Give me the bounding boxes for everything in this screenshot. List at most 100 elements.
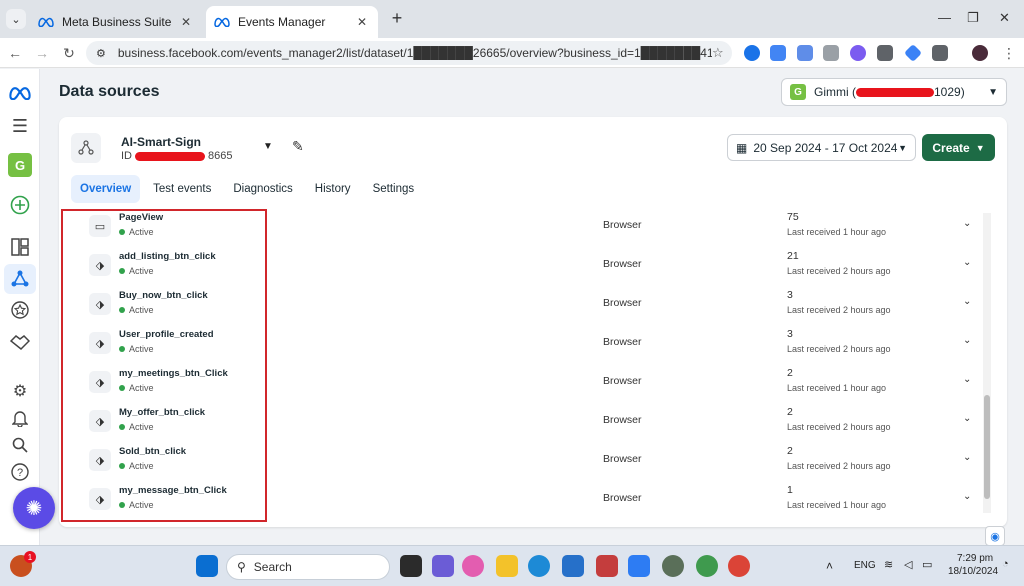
menu-icon[interactable]: ☰ (9, 115, 31, 137)
search-icon[interactable] (9, 434, 31, 456)
event-integration-type: Browser (603, 414, 642, 426)
chevron-down-icon[interactable]: ⌄ (963, 413, 971, 424)
chrome-icon[interactable] (696, 555, 718, 577)
event-integration-type: Browser (603, 453, 642, 465)
clock-date[interactable]: 18/10/2024 (948, 566, 998, 577)
volume-icon[interactable]: ◁ (904, 558, 912, 571)
back-arrow-icon[interactable]: ← (6, 44, 24, 62)
meta-logo-icon (38, 16, 54, 28)
dataset-id: ID 8665 (121, 150, 232, 162)
dataset-dropdown-icon[interactable]: ▼ (263, 141, 273, 152)
meta-logo-icon (214, 16, 230, 28)
browser-tab-business-suite[interactable]: Meta Business Suite ✕ (30, 6, 202, 38)
forward-arrow-icon[interactable]: → (33, 44, 51, 62)
tab-search-button[interactable]: ⌄ (6, 9, 26, 29)
date-range-picker[interactable]: ▦ 20 Sep 2024 - 17 Oct 2024 ▼ (727, 134, 916, 161)
account-selector[interactable]: G Gimmi (1029) ▼ (781, 78, 1007, 106)
extension-qr-icon[interactable] (877, 45, 893, 61)
account-avatar[interactable]: G (8, 153, 32, 177)
minimize-icon[interactable]: — (938, 10, 951, 25)
star-badge-icon[interactable] (9, 299, 31, 321)
scrollbar-thumb[interactable] (984, 395, 990, 499)
meta-logo-icon[interactable] (9, 82, 31, 104)
event-integration-type: Browser (603, 297, 642, 309)
assistant-flower-icon[interactable]: ✺ (13, 487, 55, 529)
windows-taskbar: ⚲ Search ˄ ENG ≋ ◁ ▭ 7:29 pm 18/10/2024 … (0, 545, 1024, 586)
chrome-profile-icon[interactable] (662, 555, 684, 577)
notification-bell-icon[interactable]: ◔ (1002, 558, 1009, 570)
battery-icon[interactable]: ▭ (922, 558, 932, 571)
browser-menu-icon[interactable]: ⋮ (1000, 44, 1018, 62)
close-icon[interactable]: ✕ (354, 15, 370, 29)
event-integration-type: Browser (603, 258, 642, 270)
language-indicator[interactable]: ENG (854, 560, 876, 571)
wifi-icon[interactable]: ≋ (884, 558, 893, 571)
extension-flower-icon[interactable] (850, 45, 866, 61)
edge-icon[interactable] (528, 555, 550, 577)
chevron-down-icon[interactable]: ⌄ (963, 491, 971, 502)
tab-settings[interactable]: Settings (364, 175, 424, 203)
site-info-icon[interactable]: ⚙ (96, 47, 106, 60)
extension-screen-icon[interactable] (797, 45, 813, 61)
dataset-name: AI-Smart-Sign (121, 135, 202, 149)
browser-tab-events-manager[interactable]: Events Manager ✕ (206, 6, 378, 38)
bookmark-star-icon[interactable]: ☆ (712, 45, 732, 61)
tab-test-events[interactable]: Test events (144, 175, 220, 203)
globe-help-icon[interactable]: ◉ (985, 526, 1005, 546)
tab-overview[interactable]: Overview (71, 175, 141, 203)
chevron-down-icon[interactable]: ⌄ (963, 218, 971, 229)
new-tab-button[interactable]: + (388, 9, 406, 28)
chevron-down-icon[interactable]: ⌄ (963, 257, 971, 268)
teams-icon[interactable] (432, 555, 454, 577)
add-circle-icon[interactable] (9, 194, 31, 216)
window-close-icon[interactable]: ✕ (999, 10, 1010, 26)
snipping-tool-icon[interactable] (596, 555, 618, 577)
clock-time[interactable]: 7:29 pm (957, 553, 993, 564)
extension-eye-icon[interactable] (744, 45, 760, 61)
event-last-received: Last received 1 hour ago (787, 500, 887, 510)
restore-icon[interactable]: ❐ (967, 10, 979, 26)
account-badge: G (790, 84, 806, 100)
copilot-icon[interactable] (462, 555, 484, 577)
bell-icon[interactable] (9, 407, 31, 429)
chevron-down-icon[interactable]: ⌄ (963, 296, 971, 307)
event-count: 75 (787, 211, 799, 223)
close-icon[interactable]: ✕ (178, 15, 194, 29)
file-explorer-icon[interactable] (496, 555, 518, 577)
event-count: 3 (787, 328, 793, 340)
edit-pencil-icon[interactable]: ✎ (292, 138, 304, 155)
task-view-icon[interactable] (400, 555, 422, 577)
chevron-down-icon[interactable]: ⌄ (963, 335, 971, 346)
chevron-down-icon[interactable]: ⌄ (963, 452, 971, 463)
chevron-up-icon[interactable]: ˄ (826, 559, 833, 573)
event-count: 21 (787, 250, 799, 262)
chevron-down-icon: ▼ (975, 142, 985, 153)
extension-tag-icon[interactable] (903, 43, 923, 63)
tab-diagnostics[interactable]: Diagnostics (224, 175, 301, 203)
left-navigation: ☰ G ⚙ ? (0, 69, 40, 545)
todo-icon[interactable] (628, 555, 650, 577)
chevron-down-icon[interactable]: ⌄ (963, 374, 971, 385)
gear-icon[interactable]: ⚙ (9, 380, 31, 402)
store-icon[interactable] (562, 555, 584, 577)
reload-icon[interactable]: ↻ (60, 44, 78, 62)
taskbar-search[interactable]: ⚲ Search (226, 554, 390, 580)
extension-reader-icon[interactable] (823, 45, 839, 61)
handshake-icon[interactable] (9, 331, 31, 353)
events-manager-icon[interactable] (9, 268, 31, 290)
tab-history[interactable]: History (306, 175, 360, 203)
event-integration-type: Browser (603, 336, 642, 348)
calendar-icon: ▦ (736, 140, 748, 155)
extension-translate-icon[interactable] (770, 45, 786, 61)
url-bar[interactable]: ⚙ business.facebook.com/events_manager2/… (86, 41, 732, 65)
event-last-received: Last received 1 hour ago (787, 383, 887, 393)
help-icon[interactable]: ? (9, 461, 31, 483)
profile-avatar[interactable] (972, 45, 988, 61)
create-button[interactable]: Create ▼ (922, 134, 995, 161)
tab-title: Meta Business Suite (62, 15, 172, 29)
extensions-puzzle-icon[interactable] (932, 45, 948, 61)
chrome-secondary-icon[interactable] (728, 555, 750, 577)
page-title: Data sources (59, 83, 160, 100)
windows-start-icon[interactable] (196, 555, 218, 577)
dashboard-icon[interactable] (9, 236, 31, 258)
